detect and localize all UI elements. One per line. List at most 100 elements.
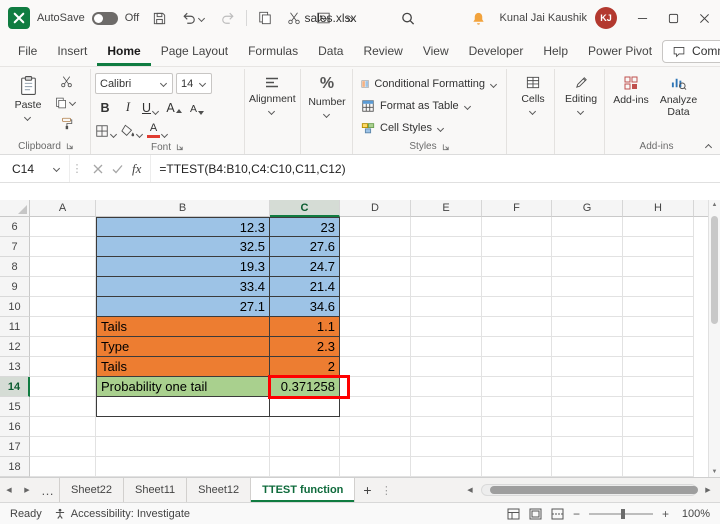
previous-sheet-button[interactable]: ◀ [0,478,18,502]
horizontal-scroll-thumb[interactable] [490,486,698,494]
cell-E14[interactable] [411,377,482,397]
scroll-up-icon[interactable]: ▲ [712,202,718,208]
cell-D16[interactable] [340,417,411,437]
cell-H13[interactable] [623,357,694,377]
cells-button[interactable]: Cells [511,71,555,115]
cell-C16[interactable] [270,417,340,437]
cell-A12[interactable] [30,337,96,357]
normal-view-button[interactable] [507,508,520,520]
cell-C9[interactable]: 21.4 [270,277,340,297]
paste-button[interactable]: Paste [6,71,50,121]
row-header-8[interactable]: 8 [0,257,30,277]
ribbon-tab-developer[interactable]: Developer [459,36,534,66]
collapse-ribbon-button[interactable] [705,142,713,149]
cell-A17[interactable] [30,437,96,457]
underline-button[interactable]: U [141,97,161,117]
row-header-6[interactable]: 6 [0,217,30,237]
format-as-table-button[interactable]: Format as Table [357,95,502,117]
cell-D12[interactable] [340,337,411,357]
cell-B15[interactable] [96,397,270,417]
analyze-data-button[interactable]: Analyze Data [653,71,704,118]
cut-button[interactable] [54,71,78,92]
cell-F7[interactable] [482,237,552,257]
cell-A13[interactable] [30,357,96,377]
undo-dropdown-icon[interactable] [198,15,206,22]
fill-color-dropdown-icon[interactable] [136,131,144,138]
vertical-scroll-thumb[interactable] [711,216,718,324]
column-header-F[interactable]: F [482,200,552,217]
column-header-B[interactable]: B [96,200,270,217]
column-header-G[interactable]: G [552,200,623,217]
maximize-button[interactable] [658,0,689,36]
cell-A11[interactable] [30,317,96,337]
all-sheets-button[interactable]: … [36,478,60,502]
bold-button[interactable]: B [95,97,115,117]
cell-C17[interactable] [270,437,340,457]
row-header-9[interactable]: 9 [0,277,30,297]
notifications-icon[interactable] [467,5,490,31]
cell-F17[interactable] [482,437,552,457]
cell-styles-button[interactable]: Cell Styles [357,117,502,139]
cell-F11[interactable] [482,317,552,337]
cell-B16[interactable] [96,417,270,437]
ribbon-tab-help[interactable]: Help [533,36,578,66]
cell-D14[interactable] [340,377,411,397]
ribbon-tab-insert[interactable]: Insert [47,36,97,66]
cell-E17[interactable] [411,437,482,457]
cell-B8[interactable]: 19.3 [96,257,270,277]
cell-D8[interactable] [340,257,411,277]
horizontal-scrollbar[interactable]: ◀ ▶ [458,478,720,502]
cell-B13[interactable]: Tails [96,357,270,377]
zoom-out-button[interactable]: − [573,507,580,521]
cell-A7[interactable] [30,237,96,257]
cell-F15[interactable] [482,397,552,417]
cell-C7[interactable]: 27.6 [270,237,340,257]
cell-E6[interactable] [411,217,482,237]
cell-G17[interactable] [552,437,623,457]
row-header-15[interactable]: 15 [0,397,30,417]
row-header-17[interactable]: 17 [0,437,30,457]
cell-C12[interactable]: 2.3 [270,337,340,357]
cell-B6[interactable]: 12.3 [96,217,270,237]
paste-dropdown-icon[interactable] [24,114,32,121]
name-box[interactable]: C14 [0,155,70,182]
cell-E12[interactable] [411,337,482,357]
cell-H9[interactable] [623,277,694,297]
addins-button[interactable]: Add-ins [609,71,653,106]
conditional-formatting-button[interactable]: Conditional Formatting [357,73,502,95]
scroll-right-icon[interactable]: ▶ [699,486,717,494]
cell-D11[interactable] [340,317,411,337]
font-size-combo[interactable]: 14 [176,73,212,94]
copy-button-qat[interactable] [254,5,276,31]
select-all-button[interactable] [0,200,30,217]
cell-E11[interactable] [411,317,482,337]
autosave-toggle[interactable] [91,11,118,25]
enter-entry-icon[interactable] [112,164,123,174]
cell-H15[interactable] [623,397,694,417]
cell-F9[interactable] [482,277,552,297]
cell-G10[interactable] [552,297,623,317]
close-button[interactable] [689,0,720,36]
cell-E16[interactable] [411,417,482,437]
cell-G13[interactable] [552,357,623,377]
name-box-dropdown-icon[interactable] [53,165,61,172]
cell-B18[interactable] [96,457,270,477]
cell-F12[interactable] [482,337,552,357]
cell-F18[interactable] [482,457,552,477]
clipboard-dialog-launcher[interactable] [66,142,74,150]
cell-C13[interactable]: 2 [270,357,340,377]
cell-F13[interactable] [482,357,552,377]
borders-button[interactable] [95,120,118,140]
format-painter-button[interactable] [54,113,78,134]
font-name-combo[interactable]: Calibri [95,73,173,94]
styles-dialog-launcher[interactable] [442,143,450,151]
next-sheet-button[interactable]: ▶ [18,478,36,502]
row-header-10[interactable]: 10 [0,297,30,317]
cell-D15[interactable] [340,397,411,417]
vertical-scrollbar[interactable]: ▲ ▼ [708,200,720,477]
font-color-button[interactable]: A [147,120,169,140]
scroll-left-icon[interactable]: ◀ [461,486,479,494]
cell-C18[interactable] [270,457,340,477]
cell-H17[interactable] [623,437,694,457]
zoom-level[interactable]: 100% [678,508,710,520]
